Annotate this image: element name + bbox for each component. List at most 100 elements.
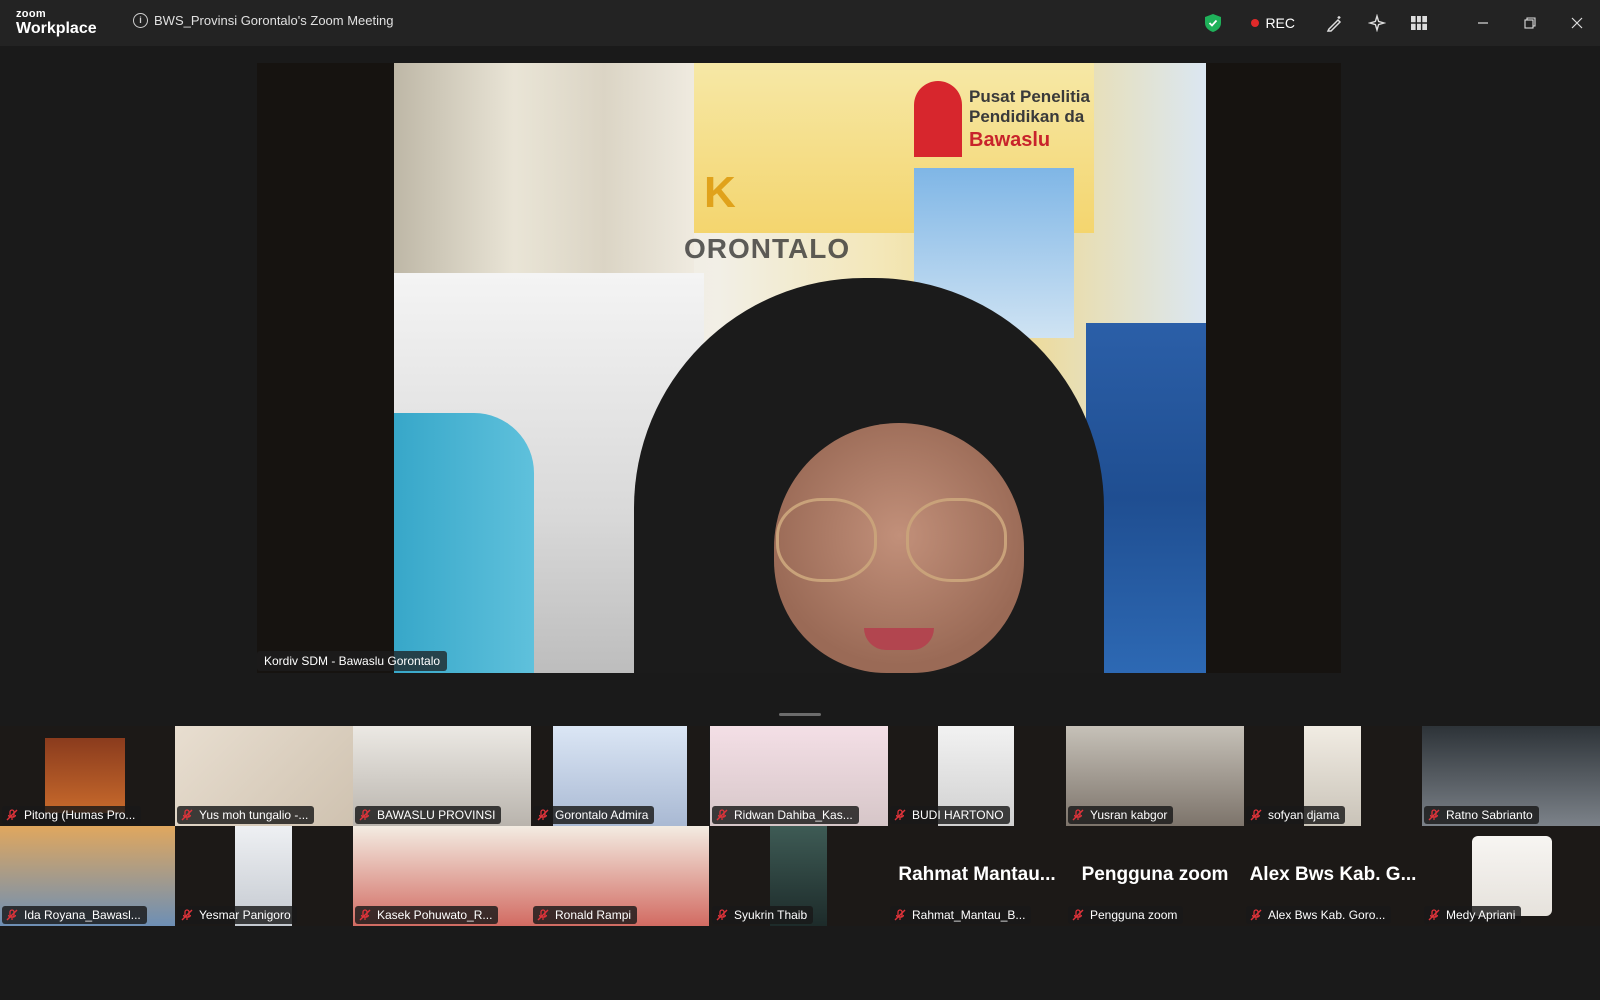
mic-muted-icon [6, 909, 18, 921]
mic-muted-icon [716, 809, 728, 821]
info-icon[interactable]: i [133, 13, 148, 28]
participant-tile[interactable]: Ratno Sabrianto [1422, 726, 1600, 826]
participant-name: Ridwan Dahiba_Kas... [734, 808, 853, 822]
participant-tile[interactable]: BAWASLU PROVINSI [353, 726, 531, 826]
bawaslu-logo-shape [914, 81, 962, 157]
participant-name-label: Gorontalo Admira [533, 806, 655, 824]
participant-name: Ratno Sabrianto [1446, 808, 1533, 822]
participant-name-label: Yus moh tungalio -... [177, 806, 315, 824]
participant-name-label: Yusran kabgor [1068, 806, 1174, 824]
minimize-button[interactable] [1459, 0, 1506, 46]
zoom-workplace-logo: zoom Workplace [16, 9, 97, 37]
backdrop-text-line-2: Pendidikan da [969, 107, 1085, 127]
participant-name-label: Rahmat_Mantau_B... [890, 906, 1032, 924]
participant-tile[interactable]: Yesmar Panigoro [175, 826, 353, 926]
meeting-title: BWS_Provinsi Gorontalo's Zoom Meeting [154, 13, 394, 28]
video-background-boxes [1086, 323, 1206, 673]
participant-name: Pengguna zoom [1090, 908, 1178, 922]
participant-name-label: Alex Bws Kab. Goro... [1246, 906, 1392, 924]
participant-name-label: Pitong (Humas Pro... [2, 806, 142, 824]
active-speaker-name: Kordiv SDM - Bawaslu Gorontalo [257, 651, 448, 671]
ai-companion-icon[interactable] [1367, 13, 1387, 33]
logo-workplace-text: Workplace [16, 20, 97, 37]
speaker-mouth [864, 628, 934, 650]
participant-name: Medy Apriani [1446, 908, 1516, 922]
mic-muted-icon [359, 909, 371, 921]
participant-name: BUDI HARTONO [912, 808, 1004, 822]
participant-name-label: Ida Royana_Bawasl... [2, 906, 147, 924]
view-grid-icon[interactable] [1409, 13, 1429, 33]
participant-display-name: Rahmat Mantau... [898, 864, 1056, 885]
participant-tile[interactable]: Ronald Rampi [531, 826, 709, 926]
participant-video [1472, 836, 1552, 916]
participant-display-name: Alex Bws Kab. G... [1249, 864, 1417, 885]
gallery-resize-handle[interactable] [779, 713, 821, 716]
active-speaker-area[interactable]: Pusat Penelitia Pendidikan da Bawaslu K … [257, 63, 1341, 673]
participant-name: Alex Bws Kab. Goro... [1268, 908, 1386, 922]
participant-tile[interactable]: Yusran kabgor [1066, 726, 1244, 826]
participant-tile[interactable]: sofyan djama [1244, 726, 1422, 826]
mic-muted-icon [359, 809, 371, 821]
participant-gallery: Pitong (Humas Pro... Yus moh tungalio -..… [0, 726, 1600, 928]
mic-muted-icon [1250, 809, 1262, 821]
mic-muted-icon [6, 809, 18, 821]
mic-muted-icon [894, 809, 906, 821]
participant-video [45, 738, 125, 813]
speaker-glasses-left [776, 498, 877, 582]
video-foreground-arm [394, 413, 534, 673]
participant-name: Kasek Pohuwato_R... [377, 908, 493, 922]
speaker-glasses-right [906, 498, 1007, 582]
participant-tile[interactable]: Rahmat Mantau... Rahmat_Mantau_B... [888, 826, 1066, 926]
mic-muted-icon [1428, 909, 1440, 921]
participant-name-label: Ridwan Dahiba_Kas... [712, 806, 859, 824]
backdrop-banner-text: Pusat Penelitia Pendidikan da Bawaslu [969, 87, 1090, 152]
mic-muted-icon [537, 909, 549, 921]
meeting-info[interactable]: i BWS_Provinsi Gorontalo's Zoom Meeting [133, 13, 393, 28]
participant-tile[interactable]: Yus moh tungalio -... [175, 726, 353, 826]
close-button[interactable] [1553, 0, 1600, 46]
participant-tile[interactable]: Pengguna zoom Pengguna zoom [1066, 826, 1244, 926]
participant-tile[interactable]: Medy Apriani [1422, 826, 1600, 926]
logo-zoom-text: zoom [16, 8, 46, 20]
recording-indicator[interactable]: REC [1251, 15, 1295, 31]
backdrop-text-line-3: Bawaslu [969, 128, 1051, 151]
participant-name-label: Medy Apriani [1424, 906, 1522, 924]
participant-name-label: sofyan djama [1246, 806, 1346, 824]
participant-tile[interactable]: Pitong (Humas Pro... [0, 726, 178, 826]
participant-name: Pitong (Humas Pro... [24, 808, 136, 822]
participant-name-label: Pengguna zoom [1068, 906, 1184, 924]
mic-muted-icon [181, 909, 193, 921]
participant-name-label: Kasek Pohuwato_R... [355, 906, 499, 924]
participant-tile[interactable]: Ida Royana_Bawasl... [0, 826, 178, 926]
mic-muted-icon [894, 909, 906, 921]
backdrop-k-letter: K [704, 168, 736, 217]
participant-name: sofyan djama [1268, 808, 1340, 822]
participant-name-label: BAWASLU PROVINSI [355, 806, 502, 824]
mic-muted-icon [537, 809, 549, 821]
annotate-icon[interactable] [1325, 13, 1345, 33]
participant-name-label: Ratno Sabrianto [1424, 806, 1539, 824]
mic-muted-icon [181, 809, 193, 821]
participant-name: Ronald Rampi [555, 908, 632, 922]
participant-tile[interactable]: Alex Bws Kab. G... Alex Bws Kab. Goro... [1244, 826, 1422, 926]
backdrop-text-line-1: Pusat Penelitia [969, 87, 1090, 106]
participant-display-name: Pengguna zoom [1081, 864, 1229, 885]
restore-button[interactable] [1506, 0, 1553, 46]
mic-muted-icon [1072, 809, 1084, 821]
mic-muted-icon [1428, 809, 1440, 821]
participant-tile[interactable]: Ridwan Dahiba_Kas... [710, 726, 888, 826]
participant-name-label: Syukrin Thaib [712, 906, 814, 924]
mic-muted-icon [1072, 909, 1084, 921]
shield-icon[interactable] [1205, 14, 1222, 32]
participant-name: Rahmat_Mantau_B... [912, 908, 1026, 922]
mic-muted-icon [1250, 909, 1262, 921]
participant-tile[interactable]: Syukrin Thaib [710, 826, 888, 926]
participant-tile[interactable]: Gorontalo Admira [531, 726, 709, 826]
participant-name: Yusran kabgor [1090, 808, 1168, 822]
title-bar: zoom Workplace i BWS_Provinsi Gorontalo'… [0, 0, 1600, 46]
active-speaker-video[interactable]: Pusat Penelitia Pendidikan da Bawaslu K … [394, 63, 1206, 673]
participant-tile[interactable]: Kasek Pohuwato_R... [353, 826, 531, 926]
participant-name: Ida Royana_Bawasl... [24, 908, 141, 922]
participant-tile[interactable]: BUDI HARTONO [888, 726, 1066, 826]
participant-name: Yesmar Panigoro [199, 908, 291, 922]
